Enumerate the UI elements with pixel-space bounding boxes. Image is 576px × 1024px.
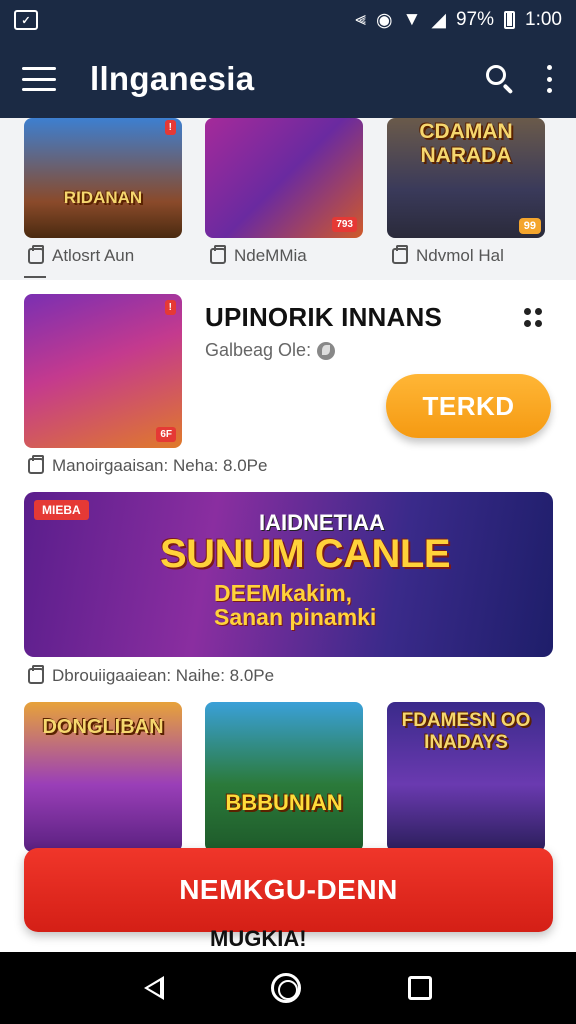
badge-corner: 793 (332, 217, 357, 232)
game-caption: Ndvmol Hal (392, 245, 504, 266)
caption-text: NdeMMia (234, 246, 307, 265)
primary-cta-button[interactable]: NEMKGU-DENN (24, 848, 553, 932)
game-thumbnail[interactable]: RIDANAN ! (24, 118, 182, 238)
game-art-title: BBBUNIAN (225, 790, 343, 815)
caption-text: Manoirgaaisan: Neha: 8.0Pe (52, 456, 268, 475)
download-icon (210, 245, 226, 264)
top-game-row: RIDANAN ! 793 CDAMAN NARADA 99 Atlosrt A… (0, 118, 576, 280)
circle-icon: ◉ (375, 9, 393, 31)
status-icons: ⫷ ◉ ▼ ◢ 97% 1:00 (355, 9, 562, 32)
game-caption: Atlosrt Aun (28, 245, 135, 266)
search-icon[interactable] (484, 63, 516, 95)
battery-percent: 97% (455, 9, 495, 30)
globe-icon (317, 341, 336, 360)
caption-text: Atlosrt Aun (52, 246, 135, 265)
caption-text: Dbrouiigaaiean: Naihe: 8.0Pe (52, 666, 275, 685)
banner-line-2: Sanan pinamki (214, 604, 377, 630)
game-art-title: CDAMAN NARADA (419, 120, 513, 167)
status-bar: ✓ ⫷ ◉ ▼ ◢ 97% 1:00 (0, 0, 576, 40)
badge-corner: ! (164, 120, 176, 135)
game-art-title: DONGLIBAN (42, 716, 164, 738)
game-thumbnail[interactable]: BBBUNIAN (205, 702, 363, 852)
wifi-icon: ▼ (402, 9, 422, 30)
install-button[interactable]: TERKD (386, 374, 551, 438)
promo-banner[interactable]: MIEBA IAIDNETIAA SUNUM CANLE DEEMkakim, … (24, 492, 553, 657)
app-bar-actions (484, 63, 554, 95)
divider (24, 276, 46, 278)
game-caption: NdeMMia (210, 245, 307, 266)
menu-icon[interactable] (22, 67, 56, 91)
gallery-icon: ✓ (14, 10, 38, 30)
status-time: 1:00 (525, 9, 562, 30)
download-icon (392, 245, 408, 264)
app-bar: llnganesia (0, 40, 576, 118)
download-icon (28, 455, 44, 474)
download-icon (28, 665, 44, 684)
back-icon[interactable] (143, 976, 164, 1000)
content-feed[interactable]: RIDANAN ! 793 CDAMAN NARADA 99 Atlosrt A… (0, 118, 576, 952)
game-caption: Manoirgaaisan: Neha: 8.0Pe (28, 455, 268, 476)
game-art-title: RIDANAN (63, 188, 143, 207)
featured-subtitle-text: Galbeag Ole: (205, 340, 312, 360)
game-art-title: FDAMESN OO INADAYS (401, 710, 531, 753)
badge-corner: 99 (518, 218, 541, 234)
app-title: llnganesia (90, 60, 255, 97)
app-screen: ✓ ⫷ ◉ ▼ ◢ 97% 1:00 llnganesia RIDANAN ! (0, 0, 576, 1024)
download-icon (28, 245, 44, 264)
featured-subtitle: Galbeag Ole: (205, 340, 336, 361)
banner-title: SUNUM CANLE (160, 532, 451, 576)
battery-icon (504, 11, 516, 29)
game-thumbnail[interactable]: 793 (205, 118, 363, 238)
home-icon[interactable] (270, 973, 301, 1003)
banner-tag: MIEBA (34, 500, 89, 520)
grid-menu-icon[interactable] (524, 308, 544, 328)
partial-text: MUGKIA! (210, 926, 307, 951)
recent-apps-icon[interactable] (408, 976, 433, 1000)
badge-corner: ! (164, 300, 176, 315)
caption-text: Ndvmol Hal (416, 246, 504, 265)
game-thumbnail[interactable]: FDAMESN OO INADAYS (387, 702, 545, 852)
featured-game-thumbnail[interactable]: ! 6F (24, 294, 182, 448)
vibrate-icon: ⫷ (355, 9, 366, 30)
banner-line-1: DEEMkakim, (214, 580, 353, 606)
more-vert-icon[interactable] (544, 65, 554, 93)
game-thumbnail[interactable]: DONGLIBAN (24, 702, 182, 852)
featured-title: UPINORIK INNANS (205, 302, 443, 332)
no-signal-icon: ◢ (431, 9, 446, 31)
game-caption: Dbrouiigaaiean: Naihe: 8.0Pe (28, 665, 275, 686)
badge-corner: 6F (156, 427, 176, 442)
system-nav-bar (0, 952, 576, 1024)
game-thumbnail[interactable]: CDAMAN NARADA 99 (387, 118, 545, 238)
